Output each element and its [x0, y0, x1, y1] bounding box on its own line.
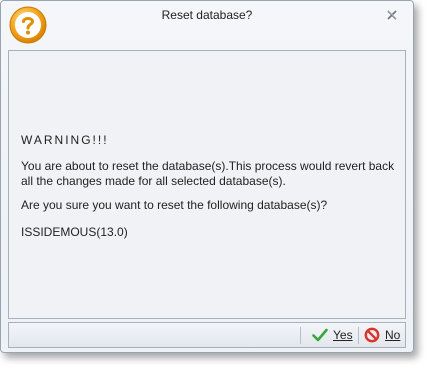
- close-icon[interactable]: [385, 8, 399, 22]
- yes-button-label: Yes: [333, 328, 353, 342]
- warning-message: You are about to reset the database(s).T…: [21, 159, 395, 188]
- database-name: ISSIDEMOUS(13.0): [21, 225, 128, 239]
- no-entry-icon: [364, 327, 380, 343]
- confirmation-question: Are you sure you want to reset the follo…: [21, 198, 328, 212]
- separator: [358, 327, 359, 344]
- window-title: Reset database?: [161, 8, 253, 22]
- yes-button[interactable]: Yes: [312, 325, 353, 345]
- message-panel: WARNING!!! You are about to reset the da…: [8, 50, 406, 319]
- no-button[interactable]: No: [364, 325, 400, 345]
- separator: [300, 327, 301, 344]
- warning-heading: WARNING!!!: [21, 133, 109, 147]
- no-button-label: No: [385, 328, 401, 342]
- button-bar: Yes No: [8, 322, 406, 348]
- reset-database-dialog: Reset database? WARNING!!! You are about…: [0, 0, 414, 353]
- title-bar: Reset database?: [1, 1, 413, 47]
- checkmark-icon: [312, 328, 328, 342]
